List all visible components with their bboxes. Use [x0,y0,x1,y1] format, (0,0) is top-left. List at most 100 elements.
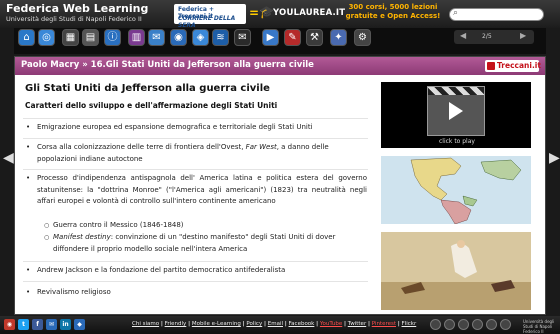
info-icon[interactable]: ⓘ [104,29,121,46]
promo-text[interactable]: 300 corsi, 5000 lezioni gratuite e Open … [339,3,447,21]
bullet-text-a: Corsa alla colonizzazione delle terre di… [37,143,246,151]
breadcrumb: Paolo Macry » 16.Gli Stati Uniti da Jeff… [15,57,545,75]
delicious-icon[interactable]: ◆ [74,319,85,330]
network-icon[interactable]: ✦ [330,29,347,46]
footer-link-facebook[interactable]: Facebook [289,321,315,327]
divider [23,261,368,262]
play-icon[interactable] [449,102,463,120]
bullet-text-em: Far West [245,143,277,151]
share-icon[interactable]: ◉ [4,319,15,330]
tools-icon[interactable]: ⚒ [306,29,323,46]
email-icon[interactable]: ✉ [46,319,57,330]
bullet-icon: • [26,123,31,131]
sub-item: ○ Guerra contro il Messico (1846-1848) [44,220,353,232]
lessons-icon[interactable]: ◈ [192,29,209,46]
footer-links: Chi siamo | Friendly | Mobile e-Learning… [132,321,416,327]
course-icon[interactable]: ◎ [38,29,55,46]
grid-icon[interactable]: ▦ [62,29,79,46]
footer-link-mobile[interactable]: Mobile e-Learning [192,321,241,327]
promo-line2: gratuite e Open Access! [345,12,441,20]
header: Federica Web Learning Università degli S… [0,0,560,29]
sub-item: ○ Manifest destiny: convinzione di un "d… [44,232,353,255]
sub-bullet-icon: ○ [44,234,50,241]
print-icon[interactable] [444,319,455,330]
footer-link-email[interactable]: Email [268,321,283,327]
bullet-item: • Emigrazione europea ed espansione demo… [26,122,367,134]
slide-pager: ◀ 2/5 ▶ [454,30,534,44]
search-icon[interactable]: ⌕ [453,8,458,18]
clapperboard-icon [427,86,485,136]
rss-icon[interactable]: ≋ [212,29,229,46]
partner-line2: CORRIERE DELLA SERA [178,15,236,29]
lesson-title: Gli Stati Uniti da Jefferson alla guerra… [25,83,270,94]
edit-icon[interactable]: ✎ [284,29,301,46]
footer-link-pinterest[interactable]: Pinterest [372,321,396,327]
sub-text-em: Manifest destiny [53,233,111,241]
help-icon[interactable] [486,319,497,330]
treccani-logo-icon [487,62,495,70]
facebook-icon[interactable]: f [32,319,43,330]
chat-icon[interactable]: ✉ [148,29,165,46]
bullet-icon: • [26,266,31,274]
fullscreen-icon[interactable] [500,319,511,330]
home-icon[interactable]: ⌂ [18,29,35,46]
treccani-badge[interactable]: Treccani.it [485,60,541,72]
books-icon[interactable]: ▥ [128,29,145,46]
breadcrumb-text[interactable]: Paolo Macry » 16.Gli Stati Uniti da Jeff… [21,60,314,70]
bullet-text: Revivalismo religioso [37,288,111,296]
bullet-text: Andrew Jackson e la fondazione del parti… [37,266,286,274]
twitter-icon[interactable]: t [18,319,29,330]
youlaurea-text: YOULAUREA.IT [273,8,346,18]
separator: | [160,321,163,327]
toolbar: ⌂ ◎ ▦ ▤ ⓘ ▥ ✉ ◉ ◈ ≋ ✉ ▶ ✎ ⚒ ✦ ⚙ ◀ 2/5 ▶ [14,28,546,54]
divider [23,118,368,119]
accessibility-icon[interactable] [430,319,441,330]
settings-icon[interactable]: ⚙ [354,29,371,46]
video-player[interactable]: click to play [381,82,531,148]
site-subtitle: Università degli Studi di Napoli Federic… [6,15,142,23]
app-frame: Federica Web Learning Università degli S… [0,0,560,334]
video-icon[interactable]: ▶ [262,29,279,46]
separator: | [316,321,319,327]
separator: | [242,321,245,327]
site-title[interactable]: Federica Web Learning [6,2,148,15]
pager-prev-icon[interactable]: ◀ [460,31,466,40]
bullet-icon: • [26,143,31,151]
mail-icon[interactable]: ✉ [234,29,251,46]
footer-link-friendly[interactable]: Friendly [165,321,187,327]
next-slide-arrow-icon[interactable]: ▶ [549,150,560,166]
graduation-cap-icon: 🎓 [259,5,274,19]
podcast-icon[interactable]: ◉ [170,29,187,46]
bullet-icon: • [26,174,31,182]
share-circle-icon[interactable] [472,319,483,330]
partner-logo[interactable]: Federica + Treccani.it CORRIERE DELLA SE… [174,4,246,29]
docs-icon[interactable]: ▤ [82,29,99,46]
equals-sign: = [249,6,260,20]
bullet-item: • Revivalismo religioso [26,287,367,299]
separator: | [263,321,266,327]
footer-link-flickr[interactable]: Flickr [402,321,417,327]
linkedin-icon[interactable]: in [60,319,71,330]
bullet-item: • Andrew Jackson e la fondazione del par… [26,265,367,277]
zoom-icon[interactable] [458,319,469,330]
americas-map-image[interactable] [381,156,531,224]
search-input[interactable]: ⌕ [449,8,544,21]
footer-link-youtube[interactable]: YouTube [320,321,342,327]
separator: | [284,321,287,327]
prev-slide-arrow-icon[interactable]: ◀ [3,150,14,166]
footer: ◉ t f ✉ in ◆ Chi siamo | Friendly | Mobi… [0,316,560,334]
university-logo[interactable]: Università degli Studi di Napoli Federic… [523,319,555,334]
video-label: click to play [439,138,475,145]
footer-link-twitter[interactable]: Twitter [348,321,366,327]
pager-next-icon[interactable]: ▶ [520,31,526,40]
footer-link-policy[interactable]: Policy [246,321,262,327]
footer-link-chi-siamo[interactable]: Chi siamo [132,321,159,327]
sub-bullet-icon: ○ [44,222,50,229]
separator: | [367,321,370,327]
bullet-item: • Processo d'indipendenza antispagnola d… [26,173,367,208]
clapper-stripes [428,87,484,95]
allegory-painting-image[interactable] [381,232,531,310]
separator: | [188,321,191,327]
treccani-label: Treccani.it [497,61,541,70]
youlaurea-logo[interactable]: 🎓 YOULAUREA.IT [259,5,345,23]
